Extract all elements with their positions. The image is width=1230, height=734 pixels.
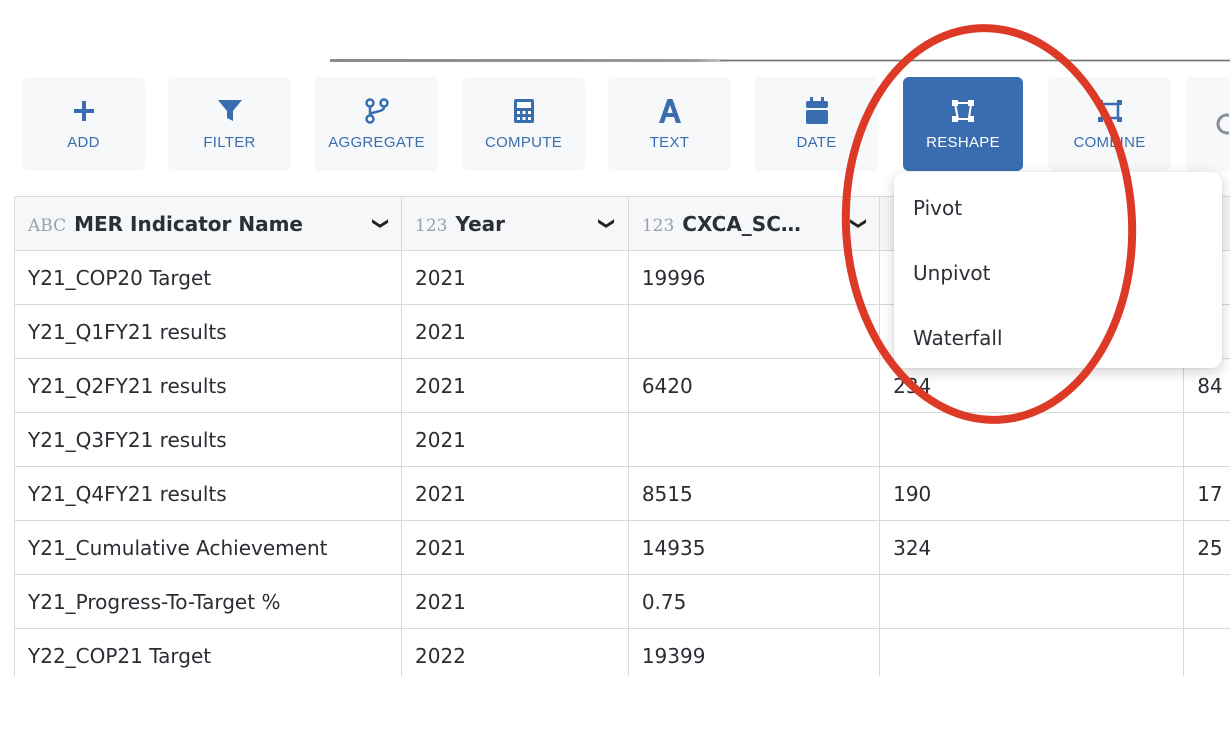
compute-label: COMPUTE [484, 134, 563, 151]
table-cell[interactable]: 324 [879, 520, 1185, 575]
table-cell[interactable]: 0.75 [627, 574, 881, 629]
table-cell[interactable]: 2021 [401, 304, 629, 359]
table-cell[interactable]: 17 [1183, 466, 1230, 521]
add-label: ADD [67, 134, 100, 151]
table-row[interactable]: Y21_Q4FY21 results 2021 8515 190 17 [14, 466, 1230, 521]
search-icon [1203, 107, 1229, 141]
table-cell[interactable] [627, 412, 881, 467]
more-tools-button[interactable] [1186, 77, 1230, 171]
table-cell[interactable]: 14935 [627, 520, 881, 575]
table-cell[interactable]: Y21_Progress-To-Target % [14, 574, 402, 629]
column-header-mer-indicator-name[interactable]: ABC MER Indicator Name ❯ [14, 196, 402, 251]
text-label: TEXT [649, 134, 690, 151]
column-name: Year [455, 211, 506, 236]
table-cell[interactable]: 19996 [627, 250, 881, 305]
table-cell[interactable] [879, 412, 1185, 467]
table-cell[interactable]: 2021 [401, 250, 629, 305]
table-row[interactable]: Y21_Cumulative Achievement 2021 14935 324 25 [14, 520, 1230, 575]
calculator-icon [513, 94, 535, 128]
table-cell[interactable] [1183, 412, 1230, 467]
table-cell[interactable]: Y21_Q4FY21 results [14, 466, 402, 521]
table-cell[interactable] [1183, 628, 1230, 676]
branch-icon [364, 94, 389, 128]
table-cell[interactable]: 2021 [401, 466, 629, 521]
table-cell[interactable]: 8515 [627, 466, 881, 521]
chevron-down-icon[interactable]: ❯ [599, 217, 618, 230]
table-cell[interactable]: Y21_Q1FY21 results [14, 304, 402, 359]
page-footer-space [0, 676, 1230, 734]
table-cell[interactable]: 6420 [627, 358, 881, 413]
filter-label: FILTER [203, 134, 256, 151]
table-cell[interactable] [879, 628, 1185, 676]
table-cell[interactable] [627, 304, 881, 359]
table-cell[interactable]: Y21_COP20 Target [14, 250, 402, 305]
table-cell[interactable]: Y22_COP21 Target [14, 628, 402, 676]
table-cell[interactable]: 2021 [401, 358, 629, 413]
table-cell[interactable]: 190 [879, 466, 1185, 521]
table-cell[interactable]: Y21_Q2FY21 results [14, 358, 402, 413]
compute-button[interactable]: COMPUTE [462, 77, 585, 171]
table-cell[interactable]: 2021 [401, 412, 629, 467]
chevron-down-icon[interactable]: ❯ [372, 217, 391, 230]
table-cell[interactable]: Y21_Q3FY21 results [14, 412, 402, 467]
table-cell[interactable]: 25 [1183, 520, 1230, 575]
table-cell[interactable]: 19399 [627, 628, 881, 676]
column-name: MER Indicator Name [74, 211, 303, 236]
table-row[interactable]: Y21_Q3FY21 results 2021 [14, 412, 1230, 467]
aggregate-label: AGGREGATE [328, 134, 425, 151]
column-header-year[interactable]: 123 Year ❯ [401, 196, 629, 251]
date-label: DATE [796, 134, 837, 151]
table-cell[interactable] [879, 574, 1185, 629]
table-cell[interactable] [1183, 574, 1230, 629]
calendar-icon [805, 94, 829, 128]
plus-icon [73, 94, 95, 128]
filter-button[interactable]: FILTER [168, 77, 291, 171]
add-button[interactable]: ADD [22, 77, 145, 171]
table-cell[interactable]: 2021 [401, 574, 629, 629]
filter-icon [217, 94, 243, 128]
text-button[interactable]: TEXT [608, 77, 731, 171]
table-row[interactable]: Y21_Progress-To-Target % 2021 0.75 [14, 574, 1230, 629]
aggregate-button[interactable]: AGGREGATE [315, 77, 438, 171]
table-row[interactable]: Y22_COP21 Target 2022 19399 [14, 628, 1230, 676]
column-name: CXCA_SC… [682, 211, 801, 236]
table-cell[interactable]: 2022 [401, 628, 629, 676]
text-icon [657, 94, 683, 128]
table-cell[interactable]: 2021 [401, 520, 629, 575]
table-cell[interactable]: Y21_Cumulative Achievement [14, 520, 402, 575]
